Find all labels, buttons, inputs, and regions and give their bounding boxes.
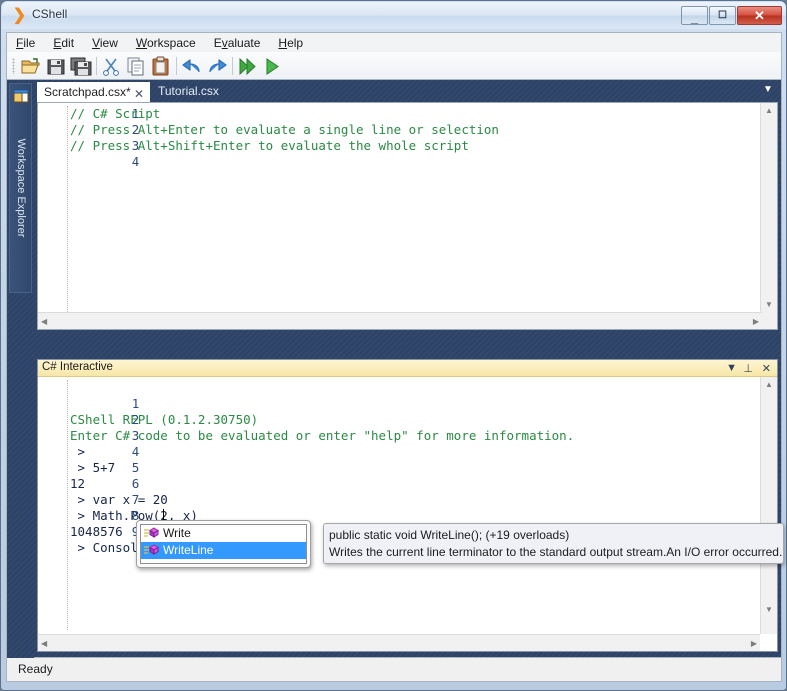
interactive-horizontal-scrollbar[interactable]: ◀ ▶ <box>38 634 760 651</box>
tab-strip: Scratchpad.csx* ✕ Tutorial.csx ▼ <box>34 80 783 102</box>
editor-horizontal-scrollbar[interactable]: ◀ ▶ <box>38 312 762 329</box>
minimize-icon: _ <box>682 7 707 24</box>
script-editor[interactable]: 1 // C# Script 2 // Press Alt+Enter to e… <box>37 102 778 330</box>
autocomplete-list[interactable]: Write WriteLine <box>140 524 307 564</box>
undo-icon[interactable] <box>181 56 203 77</box>
tab-label: Scratchpad.csx* <box>44 85 131 99</box>
tooltip-description: Writes the current line terminator to th… <box>329 544 778 561</box>
close-button[interactable]: ✕ <box>737 6 782 25</box>
autocomplete-item-label: WriteLine <box>163 543 213 557</box>
menu-item-workspace[interactable]: Workspace <box>127 33 205 53</box>
copy-icon[interactable] <box>125 56 147 77</box>
tab-scratchpad[interactable]: Scratchpad.csx* ✕ <box>37 82 150 102</box>
repl-line: 7 > Math.Pow(2, x) <box>38 476 758 492</box>
tab-tutorial[interactable]: Tutorial.csx <box>152 82 225 102</box>
csharp-interactive-panel[interactable]: C# Interactive ▼ ⊥ ✕ 1 CShell REPL (0.1.… <box>37 359 778 652</box>
app-icon: ❯ <box>11 7 28 24</box>
panel-close-icon[interactable]: ✕ <box>762 362 771 375</box>
redo-icon[interactable] <box>206 56 228 77</box>
menu-bar: File Edit View Workspace Evaluate Help <box>6 32 782 52</box>
sidebar-label: Workspace Explorer <box>15 100 27 276</box>
toolbar-separator <box>96 57 97 75</box>
status-text: Ready <box>18 662 53 676</box>
maximize-button[interactable]: ☐ <box>709 6 736 25</box>
scroll-down-icon[interactable]: ▼ <box>765 300 773 309</box>
status-bar: Ready <box>6 658 782 682</box>
menu-item-view[interactable]: View <box>83 33 127 53</box>
interactive-panel-header: C# Interactive ▼ ⊥ ✕ <box>38 360 777 377</box>
scroll-down-icon[interactable]: ▼ <box>765 605 773 614</box>
editor-line: 2 // Press Alt+Enter to evaluate a singl… <box>38 122 760 138</box>
line-number: 4 <box>113 154 139 170</box>
editor-code-area[interactable]: 1 // C# Script 2 // Press Alt+Enter to e… <box>38 106 760 170</box>
repl-line: 6 > var x = 20 <box>38 460 758 476</box>
sidebar: Workspace Explorer <box>7 80 34 658</box>
repl-line: 4 > 5+7 <box>38 428 758 444</box>
close-icon: ✕ <box>738 7 781 24</box>
editor-line: 1 // C# Script <box>38 106 760 122</box>
repl-line: 3 > <box>38 412 758 428</box>
autocomplete-item-label: Write <box>163 526 191 540</box>
open-icon[interactable] <box>20 56 42 77</box>
repl-line: 2 Enter C# code to be evaluated or enter… <box>38 396 758 412</box>
scroll-up-icon[interactable]: ▲ <box>765 380 773 389</box>
line-text: // C# Script <box>70 106 160 122</box>
main-body: Workspace Explorer Scratchpad.csx* ✕ Tut… <box>6 80 782 658</box>
tooltip-signature: public static void WriteLine(); (+19 ove… <box>329 527 778 544</box>
method-icon <box>143 527 161 540</box>
line-text: // Press Alt+Enter to evaluate a single … <box>70 122 499 138</box>
save-icon[interactable] <box>45 56 67 77</box>
method-icon <box>143 544 161 557</box>
sidebar-item-workspace-explorer[interactable]: Workspace Explorer <box>9 83 32 293</box>
tab-list-dropdown-icon[interactable]: ▼ <box>761 84 775 98</box>
autocomplete-item-write[interactable]: Write <box>141 525 306 542</box>
interactive-code-area[interactable]: 1 CShell REPL (0.1.2.30750) 2 Enter C# c… <box>38 380 758 524</box>
line-text: // Press Alt+Shift+Enter to evaluate the… <box>70 138 469 154</box>
repl-line: 1 CShell REPL (0.1.2.30750) <box>38 380 758 396</box>
repl-line: 8 1048576 <box>38 492 758 508</box>
editor-line: 3 // Press Alt+Shift+Enter to evaluate t… <box>38 138 760 154</box>
toolbar-separator <box>176 57 177 75</box>
interactive-vertical-scrollbar[interactable]: ▲ ▼ <box>760 377 777 634</box>
menu-item-help[interactable]: Help <box>269 33 312 53</box>
interactive-panel-title: C# Interactive <box>42 361 113 373</box>
app-window: ❯ CShell _ ☐ ✕ File Edit View Workspace … <box>0 0 787 691</box>
pin-icon[interactable]: ⊥ <box>743 362 753 375</box>
run-all-icon[interactable] <box>236 56 258 77</box>
minimize-button[interactable]: _ <box>681 6 708 25</box>
editor-vertical-scrollbar[interactable]: ▲ ▼ <box>760 103 777 329</box>
scroll-right-icon[interactable]: ▶ <box>751 639 757 648</box>
scroll-right-icon[interactable]: ▶ <box>753 317 759 326</box>
toolbar-separator <box>232 57 233 75</box>
tab-label: Tutorial.csx <box>158 84 219 98</box>
signature-tooltip: public static void WriteLine(); (+19 ove… <box>323 523 784 564</box>
menu-item-file[interactable]: File <box>7 33 44 53</box>
cut-icon[interactable] <box>100 56 122 77</box>
autocomplete-popup[interactable]: Write WriteLine <box>136 520 311 568</box>
title-bar: ❯ CShell _ ☐ ✕ <box>2 2 786 29</box>
scroll-left-icon[interactable]: ◀ <box>41 639 47 648</box>
autocomplete-item-writeline[interactable]: WriteLine <box>141 542 306 559</box>
paste-icon[interactable] <box>150 56 172 77</box>
run-icon[interactable] <box>261 56 283 77</box>
menu-item-evaluate[interactable]: Evaluate <box>205 33 270 53</box>
chevron-down-icon[interactable]: ▼ <box>726 362 737 374</box>
menu-item-edit[interactable]: Edit <box>44 33 83 53</box>
maximize-icon: ☐ <box>710 7 735 24</box>
window-title: CShell <box>32 7 67 21</box>
scroll-left-icon[interactable]: ◀ <box>41 317 47 326</box>
save-all-icon[interactable] <box>70 56 92 77</box>
editor-line: 4 <box>38 154 760 170</box>
scroll-up-icon[interactable]: ▲ <box>765 106 773 115</box>
toolbar <box>6 52 782 80</box>
repl-line: 5 12 <box>38 444 758 460</box>
toolbar-grip[interactable] <box>12 58 15 74</box>
